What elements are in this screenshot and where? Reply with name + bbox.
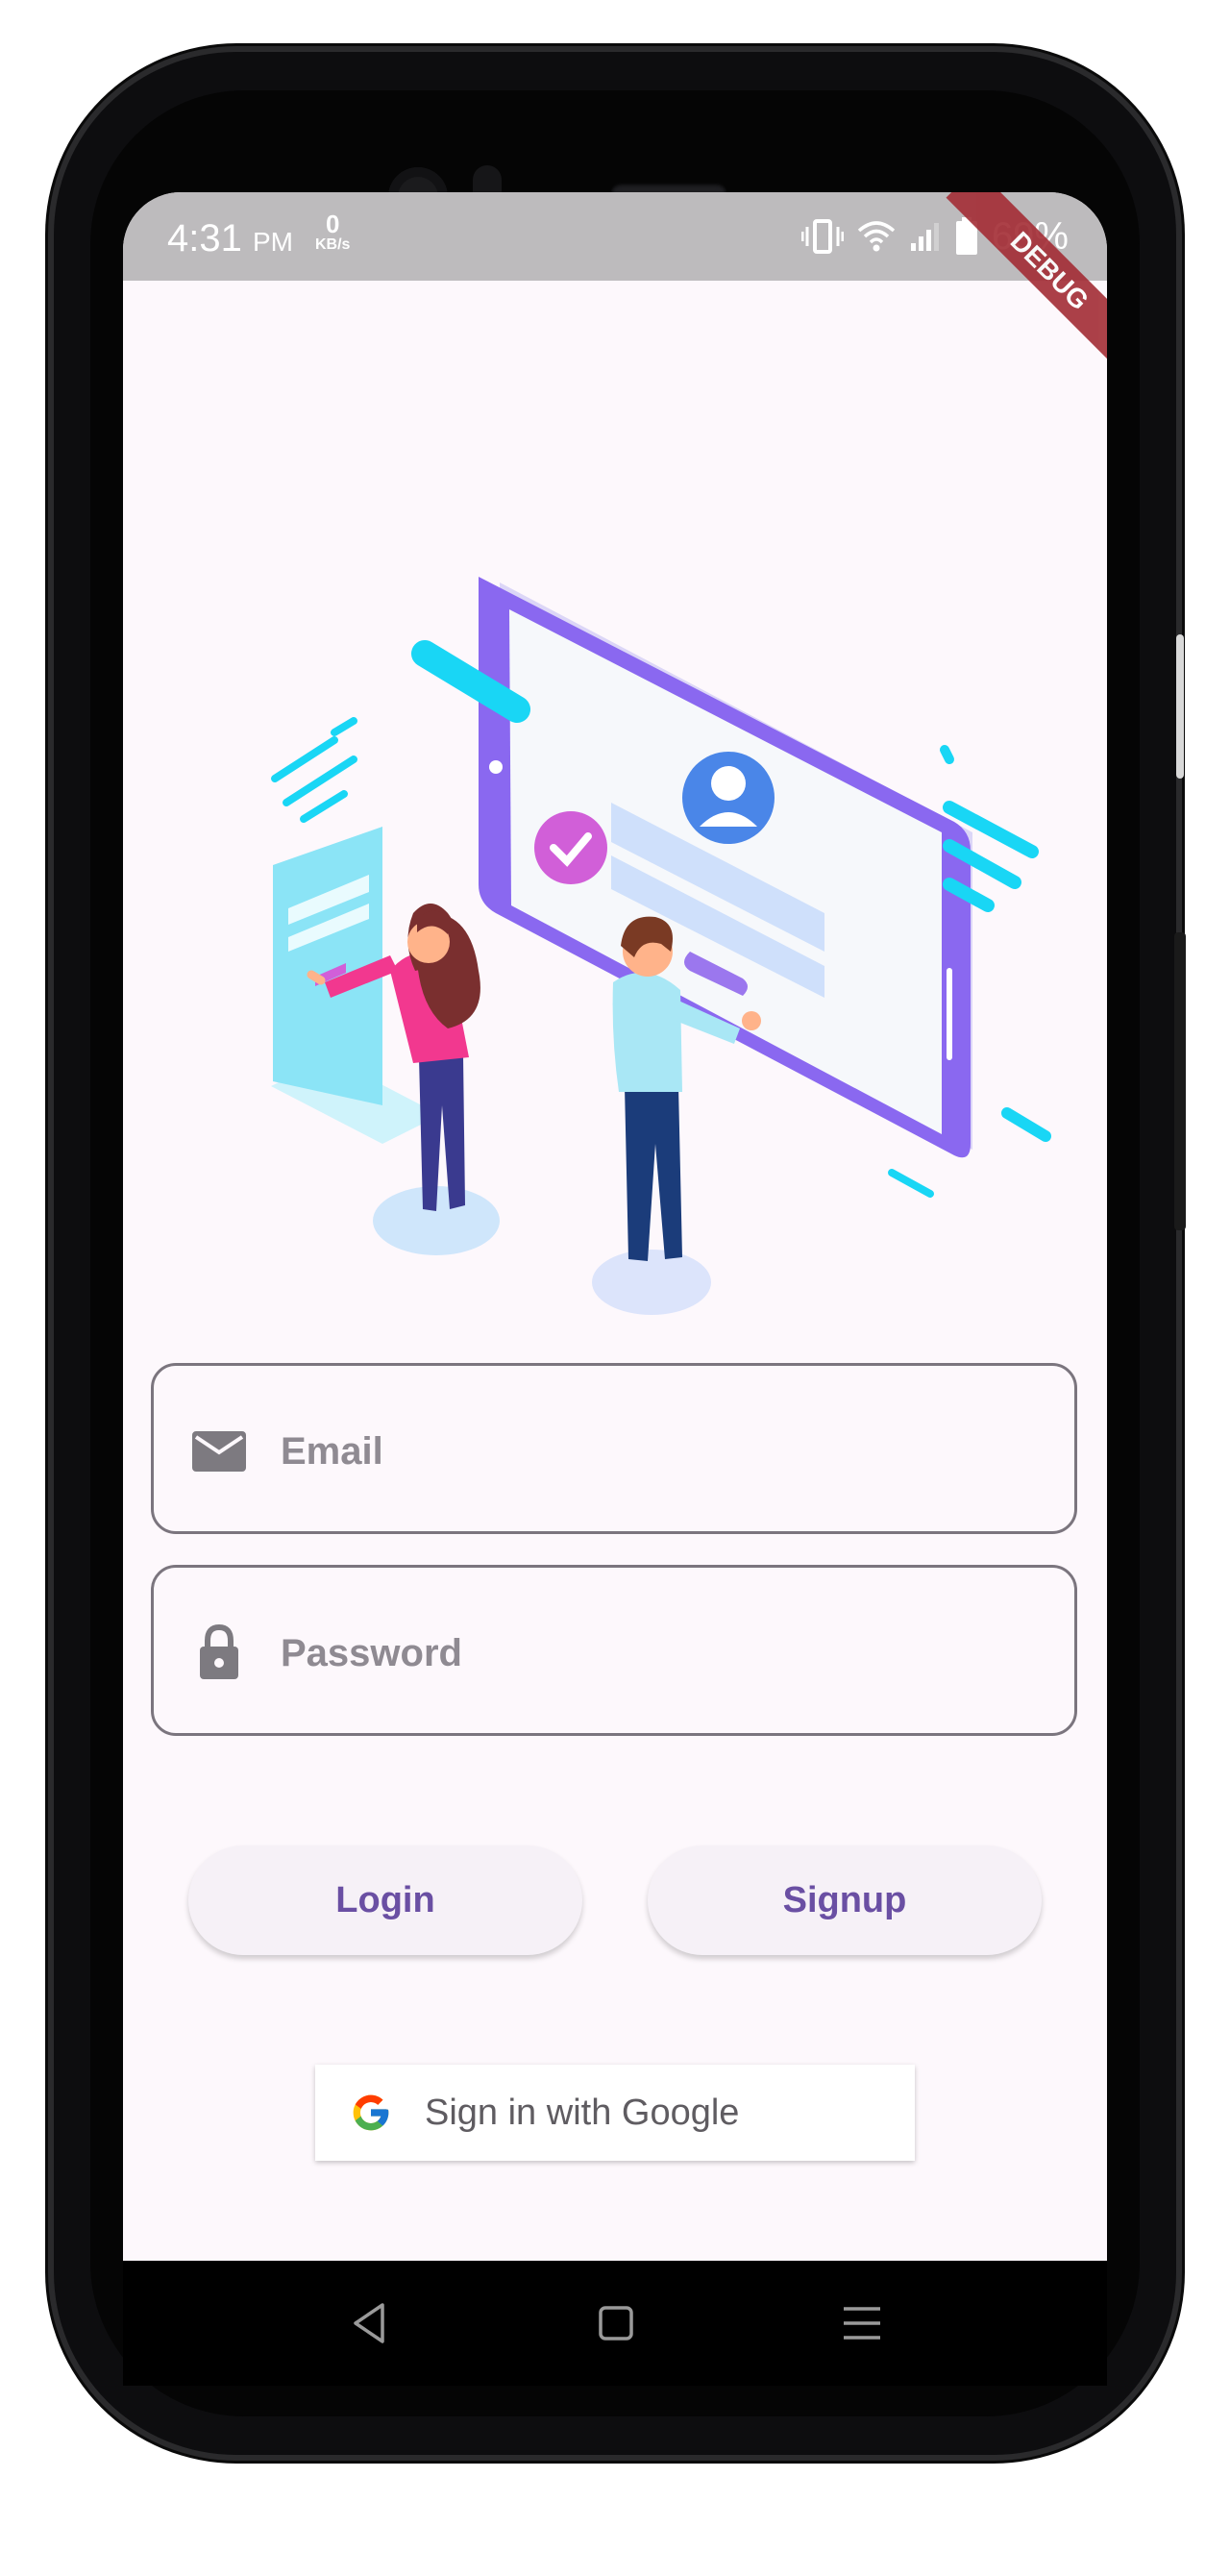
- net-speed-unit: KB/s: [315, 236, 351, 253]
- debug-banner: DEBUG: [946, 192, 1107, 375]
- email-field[interactable]: [151, 1363, 1077, 1534]
- email-icon: [192, 1431, 246, 1472]
- power-button: [1174, 932, 1186, 1230]
- back-icon[interactable]: [344, 2297, 396, 2349]
- password-field[interactable]: [151, 1565, 1077, 1736]
- menu-icon[interactable]: [836, 2297, 888, 2349]
- login-illustration: [271, 577, 1051, 1315]
- system-nav-bar: [123, 2261, 1107, 2386]
- monitor-graphic: [479, 577, 972, 1158]
- lock-icon: [200, 1623, 238, 1679]
- status-time-value: 4:31: [167, 217, 242, 260]
- signup-button[interactable]: Signup: [648, 1845, 1042, 1955]
- net-speed-value: 0: [325, 210, 340, 238]
- password-input[interactable]: [279, 1606, 1051, 1700]
- app-screen: 4:31 PM 0KB/s 69% DEBUG: [123, 192, 1107, 2261]
- wifi-icon: [857, 221, 896, 252]
- google-logo-icon: [353, 2094, 389, 2131]
- home-icon[interactable]: [590, 2297, 642, 2349]
- google-signin-label: Sign in with Google: [425, 2092, 740, 2133]
- google-signin-button[interactable]: Sign in with Google: [315, 2065, 915, 2161]
- vibrate-icon: [800, 219, 844, 254]
- email-input[interactable]: [279, 1404, 1051, 1499]
- login-button[interactable]: Login: [188, 1845, 582, 1955]
- signal-icon: [910, 223, 939, 251]
- status-time: 4:31 PM: [167, 217, 293, 260]
- net-speed: 0 KB/s: [315, 211, 350, 254]
- status-bar: 4:31 PM 0KB/s 69% DEBUG: [123, 192, 1107, 375]
- volume-button: [1176, 634, 1184, 779]
- status-ampm: PM: [252, 227, 293, 257]
